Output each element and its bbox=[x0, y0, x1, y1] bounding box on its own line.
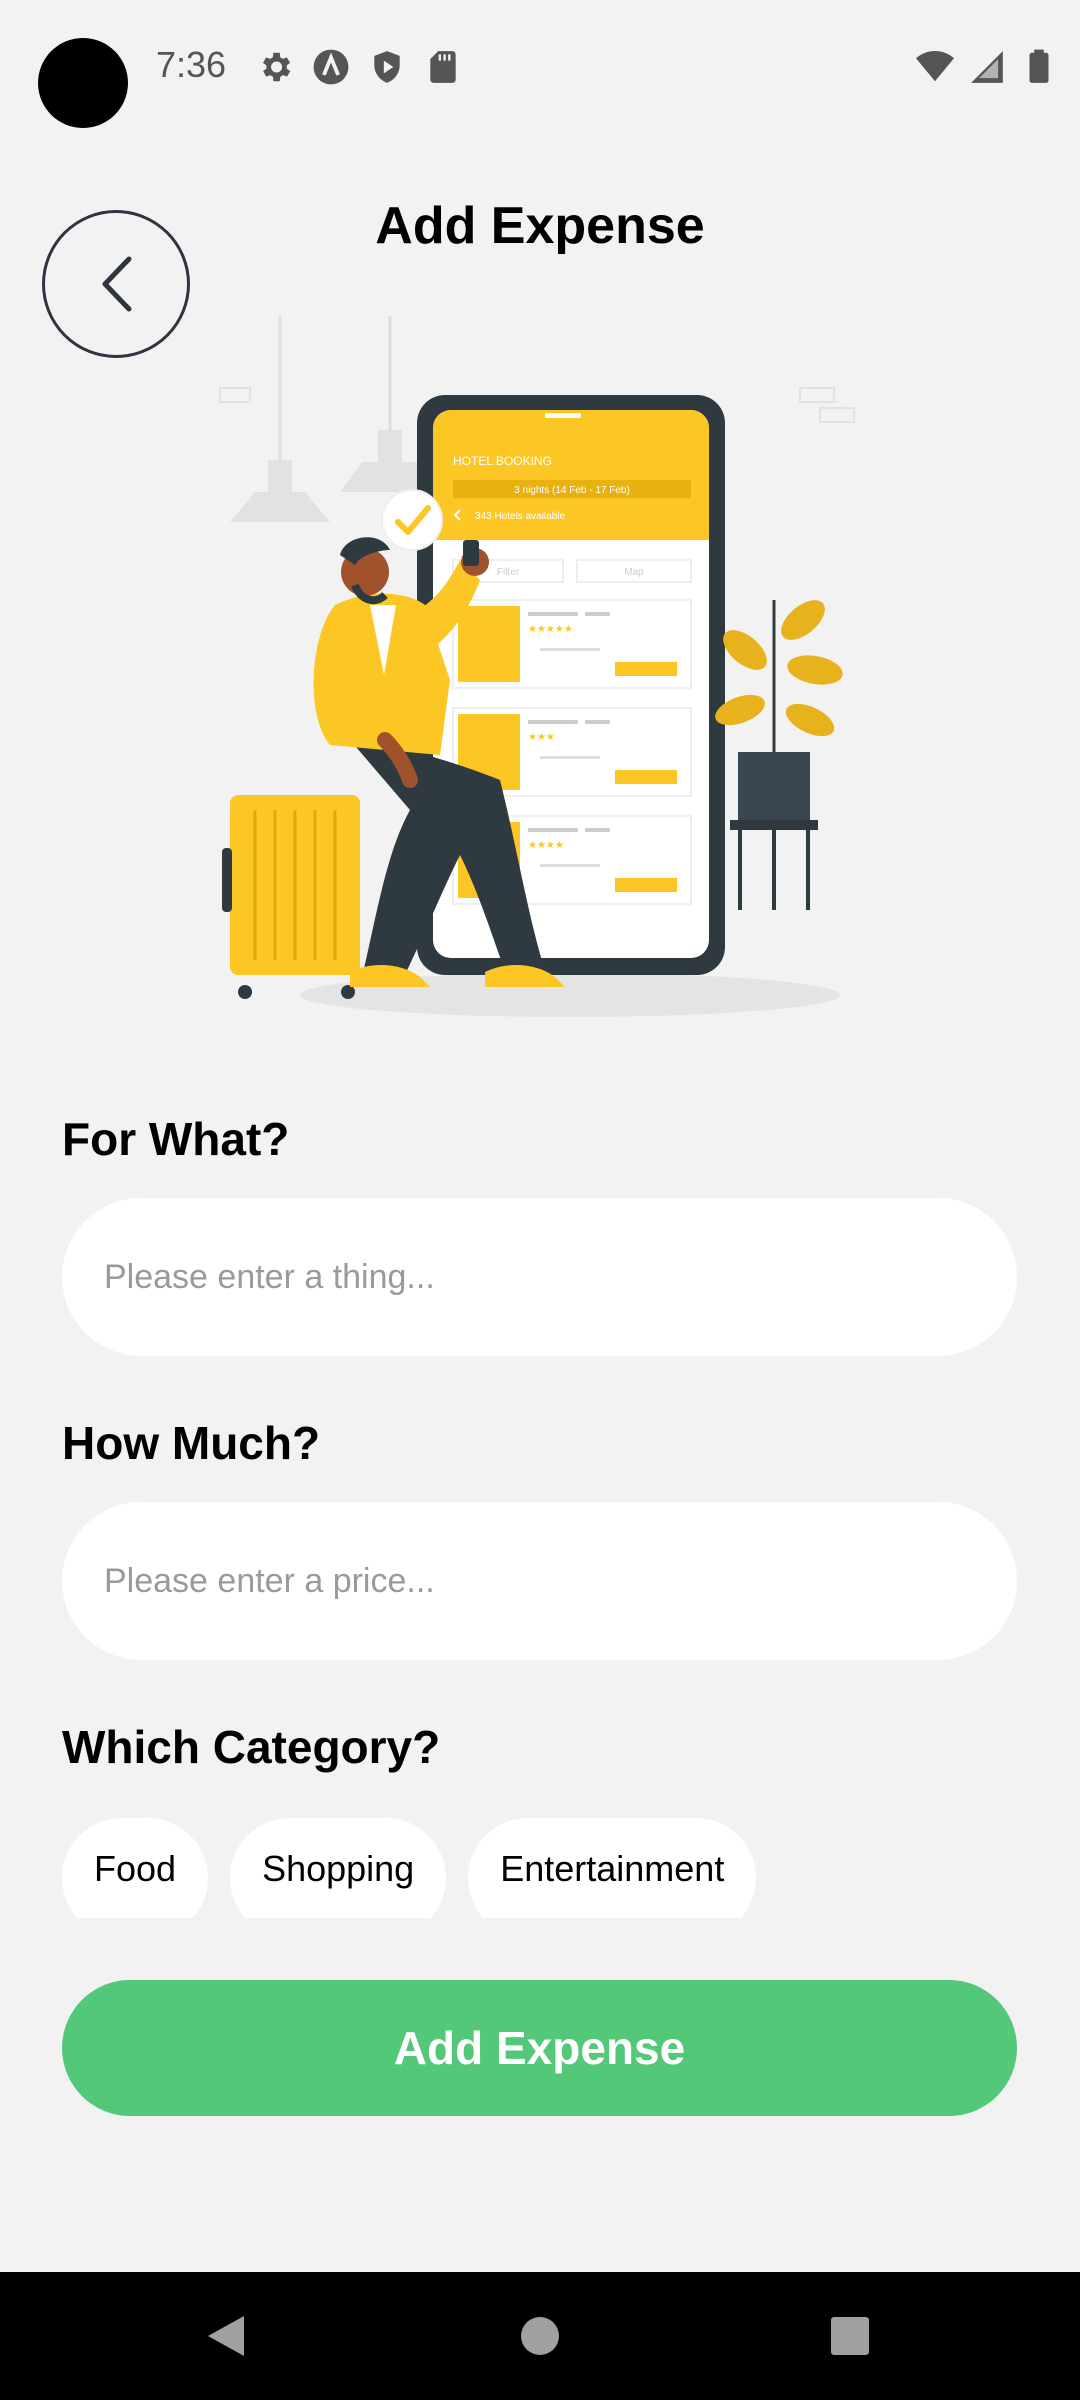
for-what-input[interactable] bbox=[62, 1198, 1017, 1356]
category-label: Which Category? bbox=[62, 1721, 441, 1773]
phone-filter-text: Filter bbox=[497, 567, 520, 578]
navigation-bar bbox=[0, 2272, 1080, 2400]
phone-map-text: Map bbox=[624, 567, 644, 578]
status-icons-right bbox=[916, 48, 1058, 86]
sd-card-icon bbox=[430, 51, 456, 83]
category-chip-food[interactable]: Food bbox=[62, 1818, 209, 1918]
shield-play-icon bbox=[374, 51, 400, 83]
category-chip-entertainment[interactable]: Entertainment bbox=[468, 1818, 757, 1918]
status-icons-left bbox=[256, 48, 462, 86]
home-circle-icon[interactable] bbox=[510, 2306, 570, 2366]
status-bar: 7:36 bbox=[0, 0, 1080, 130]
svg-text:★★★: ★★★ bbox=[528, 732, 555, 743]
category-chips: Food Shopping Entertainment bbox=[62, 1818, 1022, 1918]
svg-text:★★★★: ★★★★ bbox=[528, 840, 564, 851]
hotel-booking-illustration: HOTEL BOOKING 3 nights (14 Feb - 17 Feb)… bbox=[219, 316, 855, 1017]
settings-icon bbox=[262, 52, 291, 82]
status-time: 7:36 bbox=[156, 44, 227, 85]
camera-cutout bbox=[38, 38, 128, 128]
back-triangle-icon[interactable] bbox=[196, 2306, 256, 2366]
category-chip-shopping[interactable]: Shopping bbox=[230, 1818, 447, 1918]
app-a-icon bbox=[313, 49, 349, 85]
how-much-input[interactable] bbox=[62, 1502, 1017, 1660]
phone-count-text: 343 Hotels available bbox=[475, 511, 565, 522]
add-expense-button[interactable]: Add Expense bbox=[62, 1980, 1017, 2116]
recents-square-icon[interactable] bbox=[820, 2306, 880, 2366]
signal-icon bbox=[971, 51, 1003, 83]
for-what-label: For What? bbox=[62, 1113, 290, 1165]
battery-icon bbox=[1029, 49, 1049, 83]
how-much-label: How Much? bbox=[62, 1417, 321, 1469]
phone-header-text: HOTEL BOOKING bbox=[453, 454, 552, 468]
page-title: Add Expense bbox=[375, 197, 705, 255]
svg-text:★★★★★: ★★★★★ bbox=[528, 624, 573, 635]
phone-dates-text: 3 nights (14 Feb - 17 Feb) bbox=[514, 485, 630, 496]
chevron-left-icon bbox=[102, 256, 132, 312]
wifi-icon bbox=[916, 51, 954, 82]
